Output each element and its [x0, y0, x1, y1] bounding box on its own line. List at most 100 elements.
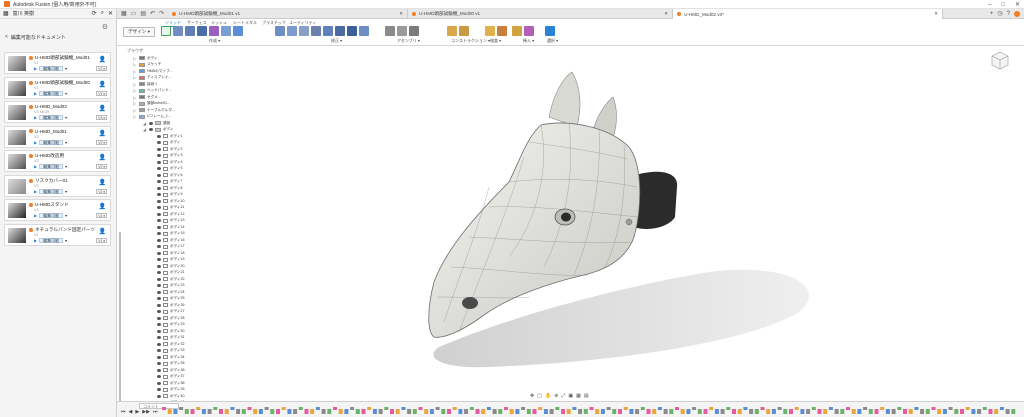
timeline-feature[interactable] [754, 409, 759, 414]
browser-node[interactable]: ボディ31 [151, 335, 185, 341]
browser-node[interactable]: ボディ36 [151, 367, 185, 373]
status-dropdown-icon[interactable]: ▾ [65, 164, 67, 169]
timeline-feature[interactable] [994, 409, 999, 414]
apps-icon[interactable]: ▦ [121, 10, 127, 17]
timeline-feature[interactable] [578, 409, 583, 414]
look-at-icon[interactable]: ▢ [537, 393, 542, 399]
timeline-feature[interactable] [264, 407, 269, 410]
timeline-feature[interactable] [823, 409, 828, 414]
browser-node[interactable]: ボディ38 [151, 380, 185, 386]
align-icon[interactable] [347, 26, 357, 36]
visibility-eye-icon[interactable] [157, 245, 161, 249]
design-card[interactable]: リスクカバー01 V2 ▶ 編集可能 ▾ 👤 V2 ▾ [4, 174, 111, 197]
version-tag[interactable]: V2 ▾ [96, 164, 107, 169]
timeline-feature[interactable] [657, 407, 662, 410]
visibility-eye-icon[interactable] [157, 251, 161, 255]
browser-node[interactable]: ボディ35 [151, 361, 185, 367]
browser-node[interactable]: ボディ33 [151, 348, 185, 354]
avatar[interactable] [1014, 10, 1020, 17]
timeline-feature[interactable] [595, 409, 600, 414]
help-icon[interactable]: ? [1007, 11, 1010, 17]
browser-node[interactable]: ボディ16 [151, 237, 185, 243]
timeline-feature[interactable] [401, 407, 406, 410]
status-dropdown-icon[interactable]: ▾ [65, 140, 67, 145]
browser-node[interactable]: ボディ25 [151, 296, 185, 302]
browser-node[interactable]: ボディ15 [151, 231, 185, 237]
insert-mesh-icon[interactable] [512, 26, 522, 36]
timeline-start-icon[interactable]: ⏮ [121, 409, 126, 415]
browser-node[interactable]: ボディ27 [151, 309, 185, 315]
refresh-icon[interactable]: ⟳ [92, 10, 97, 17]
decal-icon[interactable] [524, 26, 534, 36]
team-name[interactable]: 富川 英樹 [13, 10, 34, 17]
browser-node[interactable]: ▷ セグメ... [133, 94, 161, 100]
timeline-feature[interactable] [298, 407, 303, 410]
timeline-feature[interactable] [258, 409, 263, 414]
visibility-eye-icon[interactable] [157, 193, 161, 197]
browser-node[interactable]: ◢ 頭部 [143, 120, 170, 126]
version-tag[interactable]: V2 ▾ [96, 188, 107, 194]
timeline-feature[interactable] [230, 407, 235, 410]
timeline-feature[interactable] [566, 409, 571, 414]
timeline-feature[interactable] [458, 409, 463, 414]
timeline-feature[interactable] [965, 407, 970, 410]
status-dropdown-icon[interactable]: ▾ [65, 115, 67, 120]
visibility-eye-icon[interactable] [157, 206, 161, 210]
expand-caret-icon[interactable]: ▷ [133, 114, 137, 119]
timeline-feature[interactable] [173, 409, 178, 414]
timeline-feature[interactable] [914, 407, 919, 410]
timeline-feature[interactable] [652, 409, 657, 414]
timeline-feature[interactable] [310, 409, 315, 414]
timeline-feature[interactable] [207, 409, 212, 414]
browser-node[interactable]: ▷ ケーブルホルダ... [133, 107, 175, 113]
timeline-feature[interactable] [857, 409, 862, 414]
status-dropdown-icon[interactable]: ▾ [65, 91, 67, 96]
browser-node[interactable]: ボディ39 [151, 387, 185, 393]
minimize-button[interactable]: – [988, 2, 991, 8]
timeline-feature[interactable] [635, 409, 640, 414]
timeline-feature[interactable] [543, 409, 548, 414]
canvas-viewport[interactable] [189, 47, 1024, 401]
timeline-feature[interactable] [885, 409, 890, 414]
timeline-feature[interactable] [367, 407, 372, 410]
browser-node[interactable]: ボディ37 [151, 374, 185, 380]
browser-node[interactable]: ボディ7 [151, 179, 183, 185]
version-tag[interactable]: V1 ▾ [96, 213, 107, 218]
timeline-feature[interactable] [1005, 409, 1010, 414]
timeline-feature[interactable] [350, 407, 355, 410]
visibility-eye-icon[interactable] [157, 147, 161, 151]
construct-group-label[interactable]: コンストラクション ▾ [451, 38, 490, 44]
visibility-eye-icon[interactable] [157, 212, 161, 216]
expand-caret-icon[interactable]: ▷ [133, 82, 137, 87]
timeline-feature[interactable] [863, 407, 868, 410]
timeline-feature[interactable] [606, 407, 611, 410]
timeline-feature[interactable] [390, 409, 394, 414]
modify-group-label[interactable]: 修正 ▾ [331, 38, 342, 44]
browser-node[interactable]: ボディ14 [151, 224, 185, 230]
timeline-feature[interactable] [789, 409, 793, 414]
timeline-feature[interactable] [977, 409, 982, 414]
timeline-feature[interactable] [920, 409, 925, 414]
timeline-feature[interactable] [549, 409, 554, 414]
timeline-feature[interactable] [287, 409, 292, 414]
timeline-feature[interactable] [475, 409, 480, 414]
version-tag[interactable]: V1 ▾ [96, 237, 107, 243]
visibility-eye-icon[interactable] [157, 381, 161, 385]
viewcube[interactable] [990, 50, 1010, 72]
browser-node[interactable]: ◢ ボディ [143, 127, 174, 133]
visibility-eye-icon[interactable] [157, 232, 161, 236]
timeline-feature[interactable] [600, 409, 605, 414]
timeline-feature[interactable] [846, 407, 850, 410]
timeline-feature[interactable] [452, 407, 457, 410]
timeline-feature[interactable] [526, 409, 531, 414]
timeline-feature[interactable] [333, 407, 337, 410]
browser-node[interactable]: ▷ ヘッドバンド... [133, 88, 172, 94]
browser-node[interactable]: ボディ26 [151, 302, 185, 308]
timeline-feature[interactable] [743, 407, 748, 410]
visibility-eye-icon[interactable] [157, 167, 161, 171]
visibility-eye-icon[interactable] [157, 199, 161, 203]
timeline-feature[interactable] [646, 409, 651, 414]
timeline-feature[interactable] [777, 407, 782, 410]
design-card[interactable]: U-HMD頭部試験機_Mod01 V1 ▶ 編集可能 ▾ 👤 V1 ▾ [4, 52, 111, 74]
timeline-feature[interactable] [424, 409, 429, 414]
